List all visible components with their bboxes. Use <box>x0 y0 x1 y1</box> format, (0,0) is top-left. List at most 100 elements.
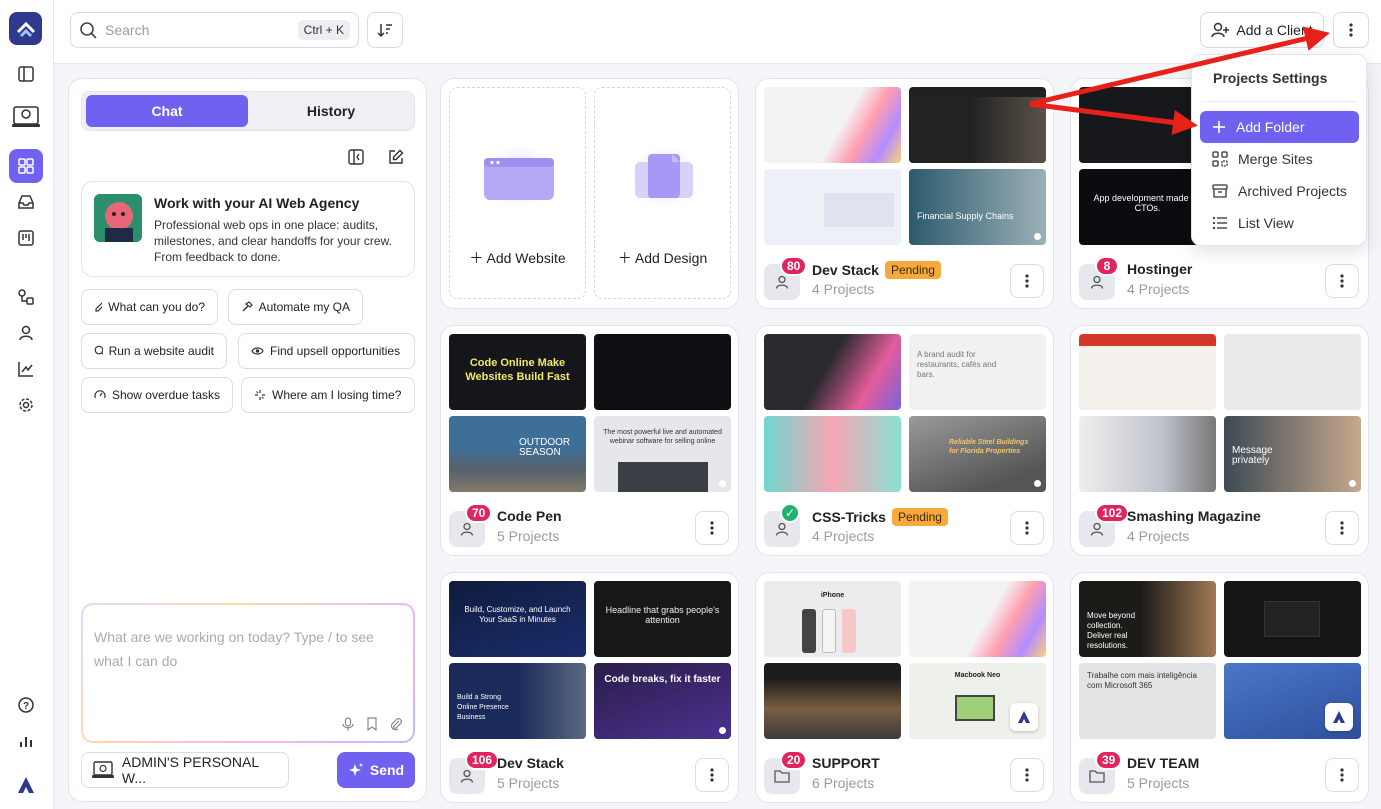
site-thumbnail[interactable] <box>594 334 731 410</box>
tab-chat[interactable]: Chat <box>86 95 248 127</box>
menu-item-merge-sites[interactable]: Merge Sites <box>1200 143 1359 175</box>
user-icon <box>460 769 474 783</box>
suggestion-losing-time[interactable]: Where am I losing time? <box>241 377 415 413</box>
site-thumbnail[interactable]: Reliable Steel Buildings for Florida Pro… <box>909 416 1046 492</box>
chat-input[interactable]: What are we working on today? Type / to … <box>81 603 415 743</box>
more-options-button[interactable] <box>1333 12 1369 48</box>
project-card-dev-stack-2[interactable]: Build, Customize, and Launch Your SaaS i… <box>440 572 739 803</box>
project-thumbnails: Move beyond collection. Deliver real res… <box>1079 581 1361 739</box>
collapse-panel-icon[interactable] <box>348 149 364 165</box>
site-thumbnail[interactable] <box>1224 334 1361 410</box>
stats-icon[interactable] <box>9 724 43 758</box>
card-menu-button[interactable] <box>695 511 729 545</box>
site-thumbnail[interactable]: Code breaks, fix it faster <box>594 663 731 739</box>
menu-item-add-folder[interactable]: Add Folder <box>1200 111 1359 143</box>
suggestion-what-can-you-do[interactable]: What can you do? <box>81 289 218 325</box>
new-chat-icon[interactable] <box>388 149 404 165</box>
site-thumbnail[interactable]: Macbook Neo <box>909 663 1046 739</box>
status-dot <box>1034 480 1041 487</box>
more-vertical-icon <box>1340 768 1344 782</box>
site-thumbnail[interactable]: Build, Customize, and Launch Your SaaS i… <box>449 581 586 657</box>
site-thumbnail[interactable]: Trabalhe com mais inteligência com Micro… <box>1079 663 1216 739</box>
dashboard-icon[interactable] <box>9 149 43 183</box>
tab-history[interactable]: History <box>250 95 412 127</box>
sort-button[interactable] <box>367 12 403 48</box>
folder-card-support[interactable]: iPhone Macbook Neo 20 SUPPORT 6 Projects <box>755 572 1054 803</box>
add-design-button[interactable]: ＋ Add Design <box>594 87 731 299</box>
thumb-text: Code breaks, fix it faster <box>604 674 721 685</box>
site-thumbnail[interactable] <box>764 87 901 163</box>
agency-avatar <box>94 194 142 242</box>
analytics-icon[interactable] <box>9 352 43 386</box>
settings-icon[interactable] <box>9 388 43 422</box>
site-thumbnail[interactable]: Message privately <box>1224 416 1361 492</box>
computer-settings-icon[interactable] <box>9 99 43 133</box>
add-website-button[interactable]: ＋ Add Website <box>449 87 586 299</box>
site-thumbnail[interactable] <box>909 581 1046 657</box>
menu-item-list-view[interactable]: List View <box>1200 207 1359 239</box>
attachment-icon[interactable] <box>389 717 403 731</box>
card-menu-button[interactable] <box>1325 511 1359 545</box>
notification-badge: 102 <box>1095 503 1130 523</box>
folder-card-dev-team[interactable]: Move beyond collection. Deliver real res… <box>1070 572 1369 803</box>
suggestion-automate-qa[interactable]: Automate my QA <box>228 289 363 325</box>
bookmark-icon[interactable] <box>365 717 379 731</box>
folder-icon <box>1089 770 1105 783</box>
send-button[interactable]: Send <box>337 752 415 788</box>
search-shortcut: Ctrl + K <box>297 20 350 40</box>
site-thumbnail[interactable]: The most powerful live and automated web… <box>594 416 731 492</box>
menu-item-archived-projects[interactable]: Archived Projects <box>1200 175 1359 207</box>
menu-item-label: Add Folder <box>1236 119 1305 135</box>
add-client-button[interactable]: Add a Client <box>1200 12 1324 48</box>
project-card-css-tricks[interactable]: A brand audit for restaurants, cafés and… <box>755 325 1054 556</box>
brand-logo-icon[interactable] <box>9 768 42 801</box>
site-thumbnail[interactable] <box>1224 581 1361 657</box>
site-thumbnail[interactable]: Build a Strong Online Presence Business <box>449 663 586 739</box>
app-logo[interactable] <box>9 12 42 45</box>
card-menu-button[interactable] <box>1325 758 1359 792</box>
site-thumbnail[interactable] <box>1079 334 1216 410</box>
site-thumbnail[interactable] <box>764 416 901 492</box>
site-thumbnail[interactable]: OUTDOOR SEASON <box>449 416 586 492</box>
suggestion-upsell[interactable]: Find upsell opportunities <box>238 333 415 369</box>
microphone-icon[interactable] <box>341 717 355 731</box>
site-thumbnail[interactable]: iPhone <box>764 581 901 657</box>
project-card-dev-stack[interactable]: Financial Supply Chains 80 Dev Stack Pend… <box>755 78 1054 309</box>
search-input[interactable]: Search Ctrl + K <box>70 12 359 48</box>
inbox-icon[interactable] <box>9 185 43 219</box>
site-thumbnail[interactable]: Headline that grabs people's attention <box>594 581 731 657</box>
project-card-smashing-magazine[interactable]: Message privately 102 Smashing Magazine … <box>1070 325 1369 556</box>
board-icon[interactable] <box>9 221 43 255</box>
thumb-text: Build, Customize, and Launch Your SaaS i… <box>464 605 571 624</box>
card-menu-button[interactable] <box>1010 511 1044 545</box>
computer-icon <box>92 761 114 778</box>
suggestion-overdue-tasks[interactable]: Show overdue tasks <box>81 377 233 413</box>
card-menu-button[interactable] <box>695 758 729 792</box>
agency-title: Work with your AI Web Agency <box>154 195 360 211</box>
site-thumbnail[interactable]: Financial Supply Chains <box>909 169 1046 245</box>
site-thumbnail[interactable] <box>909 87 1046 163</box>
site-thumbnail[interactable]: Code Online Make Websites Build Fast <box>449 334 586 410</box>
user-icon[interactable] <box>9 316 43 350</box>
site-thumbnail[interactable]: Move beyond collection. Deliver real res… <box>1079 581 1216 657</box>
site-thumbnail[interactable] <box>1224 663 1361 739</box>
sidebar-toggle-icon[interactable] <box>9 57 43 91</box>
sparkle-icon <box>255 390 265 400</box>
site-thumbnail[interactable] <box>764 663 901 739</box>
card-menu-button[interactable] <box>1010 264 1044 298</box>
notification-badge: 39 <box>1095 750 1123 770</box>
project-card-code-pen[interactable]: Code Online Make Websites Build Fast OUT… <box>440 325 739 556</box>
site-thumbnail[interactable] <box>764 334 901 410</box>
site-thumbnail[interactable] <box>1079 416 1216 492</box>
site-thumbnail[interactable] <box>764 169 901 245</box>
integrations-icon[interactable] <box>9 280 43 314</box>
suggestion-website-audit[interactable]: Run a website audit <box>81 333 227 369</box>
add-user-icon <box>1211 22 1230 38</box>
site-thumbnail[interactable]: A brand audit for restaurants, cafés and… <box>909 334 1046 410</box>
card-menu-button[interactable] <box>1010 758 1044 792</box>
card-menu-button[interactable] <box>1325 264 1359 298</box>
help-icon[interactable]: ? <box>9 688 43 722</box>
more-vertical-icon <box>1340 274 1344 288</box>
workspace-selector[interactable]: ADMIN'S PERSONAL W... <box>81 752 289 788</box>
client-name: Smashing Magazine <box>1127 508 1261 524</box>
